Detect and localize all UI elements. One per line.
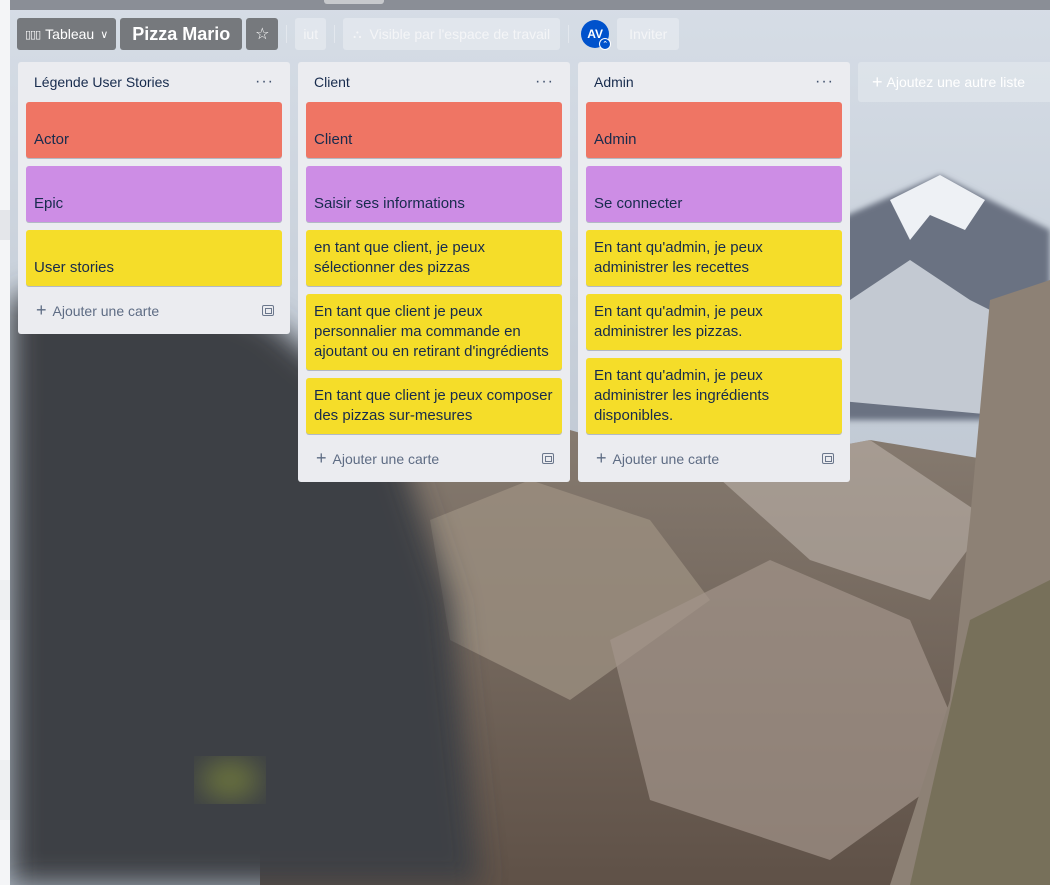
star-icon: ☆ [255,26,270,43]
card-template-icon[interactable] [542,452,554,464]
visibility-label: Visible par l'espace de travail [369,26,551,42]
card-template-icon[interactable] [262,304,274,316]
view-switcher-label: Tableau [45,26,95,42]
list-title[interactable]: Légende User Stories [34,74,169,90]
list-menu-icon[interactable]: ··· [535,73,554,91]
sidebar-edge [0,210,10,240]
list-title[interactable]: Client [314,74,350,90]
header-divider [286,25,288,43]
board-header: ▯▯▯ Tableau ∨ Pizza Mario ☆ iut ⛬ Visibl… [10,10,1050,58]
sidebar-strip [0,0,10,885]
list-header: Admin ··· [586,62,842,102]
header-divider [568,25,570,43]
list-card[interactable]: Actor [26,102,282,158]
add-card-button[interactable]: + Ajouter une carte [586,442,842,474]
add-card-label: Ajouter une carte [612,450,720,467]
list-card[interactable]: Se connecter [586,166,842,222]
list-card[interactable]: Client [306,102,562,158]
workspace-visibility-icon: ⛬ [353,26,362,41]
plus-icon: + [316,447,327,468]
list-menu-icon[interactable]: ··· [815,73,834,91]
sidebar-edge [0,580,10,620]
top-tab [324,0,384,4]
list-card[interactable]: En tant qu'admin, je peux administrer le… [586,230,842,286]
list-title[interactable]: Admin [594,74,634,90]
card-label: User stories [34,259,115,276]
window-top-strip [10,0,1050,10]
list-legende: Légende User Stories ··· Actor Epic User… [18,62,290,334]
list-card[interactable]: En tant qu'admin, je peux administrer le… [586,358,842,434]
plus-icon: + [872,71,883,92]
visibility-button[interactable]: ⛬ Visible par l'espace de travail [343,18,561,50]
list-header: Légende User Stories ··· [26,62,282,102]
list-card[interactable]: Epic [26,166,282,222]
list-admin: Admin ··· Admin Se connecter En tant qu'… [578,62,850,482]
list-card[interactable]: User stories [26,230,282,286]
invite-button[interactable]: Inviter [617,18,680,50]
add-card-button[interactable]: + Ajouter une carte [26,294,282,326]
list-card[interactable]: Saisir ses informations [306,166,562,222]
sidebar-edge [0,760,10,820]
add-card-button[interactable]: + Ajouter une carte [306,442,562,474]
chevron-down-icon: ∨ [100,28,109,41]
view-switcher-button[interactable]: ▯▯▯ Tableau ∨ [17,18,117,50]
list-card[interactable]: En tant que client je peux composer des … [306,378,562,434]
add-card-label: Ajouter une carte [52,302,160,319]
star-button[interactable]: ☆ [246,18,279,50]
plus-icon: + [36,299,47,320]
list-card[interactable]: Admin [586,102,842,158]
list-menu-icon[interactable]: ··· [255,73,274,91]
card-template-icon[interactable] [822,452,834,464]
plus-icon: + [596,447,607,468]
list-header: Client ··· [306,62,562,102]
list-card[interactable]: En tant qu'admin, je peux administrer le… [586,294,842,350]
add-list-label: Ajoutez une autre liste [886,74,1026,90]
admin-badge-icon: ⌃ [599,38,612,50]
list-card[interactable]: En tant que client je peux personnalier … [306,294,562,370]
board-view-icon: ▯▯▯ [25,28,41,41]
list-card[interactable]: en tant que client, je peux sélectionner… [306,230,562,286]
workspace-button[interactable]: iut [295,18,327,50]
board-title[interactable]: Pizza Mario [120,18,243,50]
list-client: Client ··· Client Saisir ses information… [298,62,570,482]
avatar[interactable]: AV ⌃ [581,20,612,50]
add-list-button[interactable]: + Ajoutez une autre liste [858,62,1050,102]
header-divider [334,25,336,43]
add-card-label: Ajouter une carte [332,450,440,467]
